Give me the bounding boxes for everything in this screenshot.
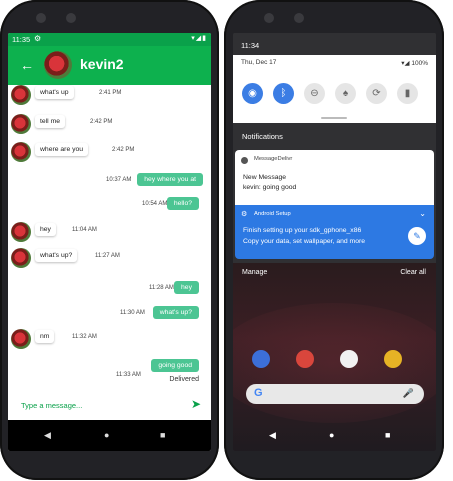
incoming-message[interactable]: what's up <box>35 86 74 99</box>
incoming-message[interactable]: where are you <box>35 143 89 156</box>
play-store-icon[interactable] <box>340 350 358 368</box>
bluetooth-tile-icon[interactable]: ᛒ <box>273 83 294 104</box>
message-time: 10:54 AM <box>142 201 168 207</box>
dnd-tile-icon[interactable]: ⊖ <box>304 83 325 104</box>
status-bar: 11:34 <box>233 33 436 55</box>
contact-avatar <box>11 114 31 134</box>
manage-button[interactable]: Manage <box>242 269 267 276</box>
incoming-message[interactable]: what's up? <box>35 249 78 262</box>
outgoing-message[interactable]: going good <box>151 359 199 372</box>
incoming-message[interactable]: hey <box>35 223 56 236</box>
nav-recents-icon[interactable]: ■ <box>160 430 165 440</box>
chat-app-bar: ← kevin2 <box>8 46 211 85</box>
outgoing-message[interactable]: hey <box>174 281 199 294</box>
status-time: 11:35 <box>12 35 31 44</box>
gear-icon: ⚙ <box>34 34 42 43</box>
message-time: 11:28 AM <box>149 285 174 291</box>
app-dock <box>248 350 418 370</box>
contact-avatar <box>11 329 31 349</box>
contact-avatar <box>11 222 31 242</box>
delivered-status: Delivered <box>169 376 199 383</box>
notif-app-name: Android Setup <box>254 211 291 217</box>
outgoing-message[interactable]: what's up? <box>152 306 199 319</box>
nav-recents-icon[interactable]: ■ <box>385 430 390 440</box>
message-time: 11:32 AM <box>72 334 97 340</box>
send-icon[interactable]: ➤ <box>191 397 201 411</box>
nav-home-icon[interactable]: ● <box>104 430 109 440</box>
phone-app-icon[interactable] <box>252 350 270 368</box>
contact-avatar <box>11 85 31 105</box>
app-icon <box>241 157 248 164</box>
nav-home-icon[interactable]: ● <box>329 430 334 440</box>
contact-avatar <box>11 142 31 162</box>
message-time: 2:41 PM <box>99 90 122 96</box>
battery-level: 100% <box>411 60 428 67</box>
status-time: 11:34 <box>241 41 260 50</box>
nav-back-icon[interactable]: ◀ <box>269 430 276 441</box>
contact-name: kevin2 <box>80 56 124 72</box>
message-list[interactable]: what's up 2:41 PM tell me 2:42 PM where … <box>8 85 211 385</box>
qs-status: ▾◢ 100% <box>401 60 428 67</box>
notif-title: New Message <box>243 174 287 181</box>
rotate-tile-icon[interactable]: ⟳ <box>366 83 387 104</box>
outgoing-message[interactable]: hello? <box>166 197 199 210</box>
nav-back-icon[interactable]: ◀ <box>44 430 51 441</box>
messages-app-icon[interactable] <box>296 350 314 368</box>
incoming-message[interactable]: tell me <box>35 115 66 128</box>
message-time: 2:42 PM <box>90 119 113 125</box>
speaker-dot <box>66 13 76 23</box>
google-g-icon: G <box>254 387 263 399</box>
speaker-dot <box>294 13 304 23</box>
outgoing-message[interactable]: hey where you at <box>137 173 203 186</box>
message-input[interactable]: Type a message... <box>21 401 82 410</box>
speaker-dot <box>36 13 46 23</box>
flashlight-tile-icon[interactable]: ♠ <box>335 83 356 104</box>
chat-screen: 11:35 ⚙ ▾◢▮ ← kevin2 what's up 2:41 PM t… <box>8 33 211 451</box>
setup-notification[interactable]: ⚙ Android Setup ⌄ Finish setting up your… <box>235 205 434 259</box>
left-phone: 11:35 ⚙ ▾◢▮ ← kevin2 what's up 2:41 PM t… <box>0 0 219 480</box>
clear-all-button[interactable]: Clear all <box>400 269 426 276</box>
chevron-down-icon[interactable]: ⌄ <box>419 209 426 218</box>
status-bar: 11:35 ⚙ ▾◢▮ <box>8 33 211 46</box>
paint-brush-icon: ✎ <box>408 227 426 245</box>
wifi-tile-icon[interactable]: ◉ <box>242 83 263 104</box>
notifications-header: Notifications <box>242 132 283 141</box>
nav-bar: ◀ ● ■ <box>8 420 211 451</box>
message-time: 11:27 AM <box>95 253 120 259</box>
quick-settings: Thu, Dec 17 ▾◢ 100% ◉ ᛒ ⊖ ♠ ⟳ ▮ <box>233 55 436 123</box>
speaker-dot <box>264 13 274 23</box>
notification-shade: G 🎤 11:34 Thu, Dec 17 ▾◢ 100% ◉ ᛒ ⊖ ♠ ⟳ … <box>233 33 436 451</box>
message-notification[interactable]: MessageDelivr New Message kevin: going g… <box>235 150 434 205</box>
contact-avatar[interactable] <box>44 51 72 79</box>
right-phone: G 🎤 11:34 Thu, Dec 17 ▾◢ 100% ◉ ᛒ ⊖ ♠ ⟳ … <box>224 0 444 480</box>
google-search-bar[interactable]: G 🎤 <box>246 384 424 404</box>
notif-body: kevin: going good <box>243 184 297 191</box>
drag-handle[interactable] <box>321 117 347 119</box>
notif-line2: Copy your data, set wallpaper, and more <box>243 238 366 245</box>
notif-line1: Finish setting up your sdk_gphone_x86 <box>243 227 362 234</box>
battery-saver-tile-icon[interactable]: ▮ <box>397 83 418 104</box>
message-time: 2:42 PM <box>112 147 135 153</box>
chrome-icon[interactable] <box>384 350 402 368</box>
signal-battery-icons: ▾◢▮ <box>191 35 207 42</box>
gear-icon: ⚙ <box>241 211 248 218</box>
incoming-message[interactable]: nm <box>35 330 55 343</box>
mic-icon[interactable]: 🎤 <box>403 388 414 399</box>
message-time: 10:37 AM <box>106 177 132 183</box>
message-time: 11:30 AM <box>120 310 145 316</box>
contact-avatar <box>11 248 31 268</box>
message-time: 11:04 AM <box>72 227 97 233</box>
notif-app-name: MessageDelivr <box>254 156 293 162</box>
message-time: 11:33 AM <box>116 372 141 378</box>
qs-date: Thu, Dec 17 <box>241 59 277 66</box>
back-arrow-icon[interactable]: ← <box>20 57 34 73</box>
nav-bar: ◀ ● ■ <box>233 420 436 451</box>
message-composer: Type a message... ➤ <box>8 392 211 420</box>
